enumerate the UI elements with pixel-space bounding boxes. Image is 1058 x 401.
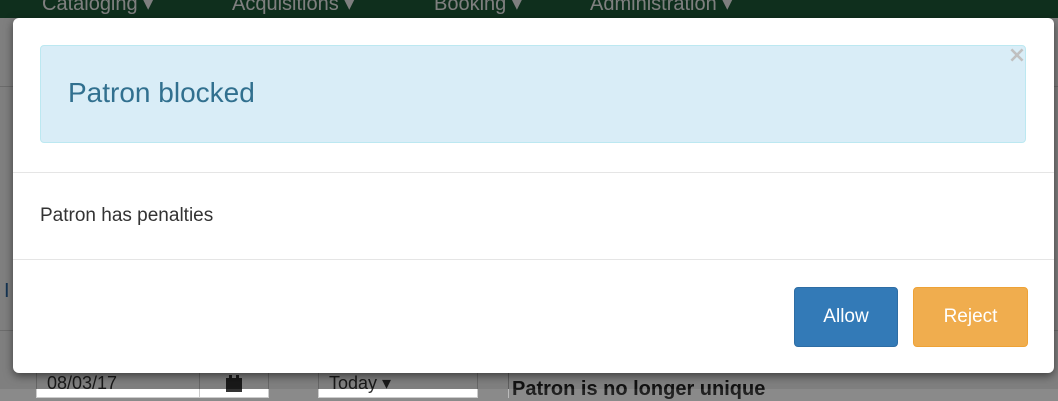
modal-header: Patron blocked ×	[13, 18, 1054, 173]
allow-button[interactable]: Allow	[794, 287, 898, 347]
patron-blocked-dialog: Patron blocked × Patron has penalties Al…	[13, 18, 1054, 373]
dialog-title: Patron blocked	[68, 77, 255, 108]
modal-body: Patron has penalties	[13, 173, 1054, 260]
reject-button[interactable]: Reject	[913, 287, 1028, 347]
dialog-message: Patron has penalties	[40, 205, 214, 226]
modal-footer: Allow Reject	[13, 260, 1054, 373]
info-alert: Patron blocked	[40, 45, 1026, 143]
close-icon[interactable]: ×	[1005, 44, 1029, 68]
